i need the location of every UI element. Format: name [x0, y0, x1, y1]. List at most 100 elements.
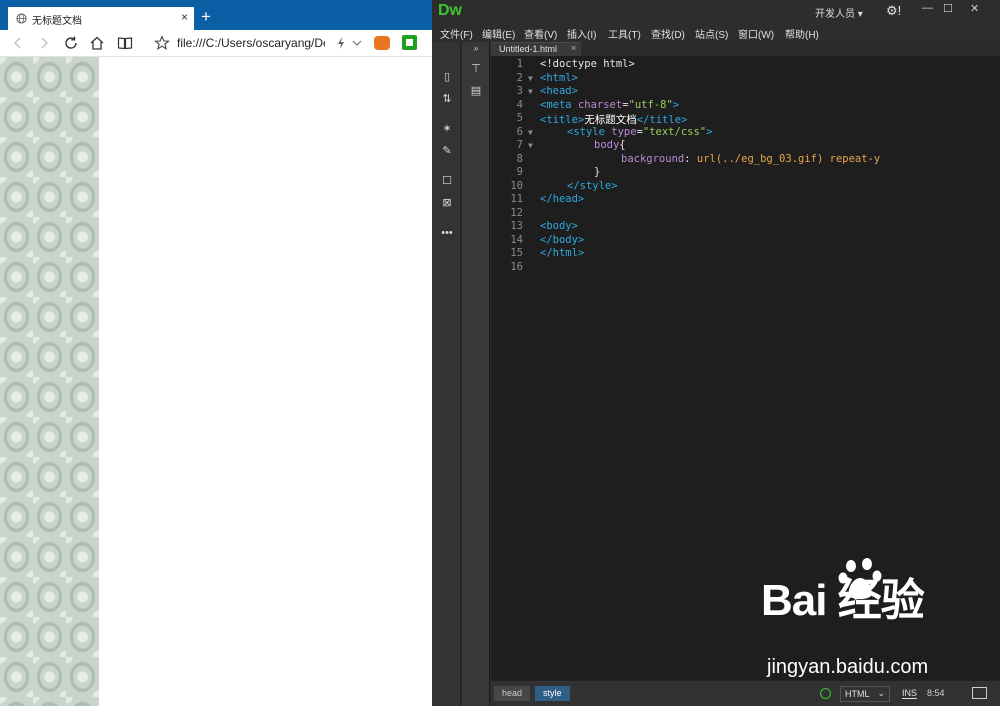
code-text: <html> [540, 72, 578, 84]
close-tab-icon[interactable]: × [181, 10, 188, 24]
code-token: > [706, 125, 713, 138]
code-line[interactable]: 9} [491, 166, 1000, 180]
expand-all-icon[interactable]: ✶ [440, 122, 454, 136]
code-text: </head> [540, 193, 584, 205]
workspace-switcher[interactable]: 开发人员 ▾ [815, 5, 863, 20]
code-line[interactable]: 14 </body> [491, 234, 1000, 248]
code-line[interactable]: 2 ▼ <html> [491, 72, 1000, 86]
menu-site[interactable]: 站点(S) [695, 26, 728, 41]
code-line[interactable]: 8 background: url(../eg_bg_03.gif) repeat… [491, 153, 1000, 167]
browser-toolbar: file:///C:/Users/oscaryang/De [0, 30, 432, 57]
fold-arrow-icon[interactable]: ▼ [528, 87, 533, 96]
code-token: "text/css" [642, 125, 707, 138]
menu-window[interactable]: 窗口(W) [738, 26, 774, 41]
new-tab-button[interactable]: + [201, 8, 211, 25]
code-token: : [684, 152, 697, 165]
menu-insert[interactable]: 插入(I) [567, 26, 596, 41]
menu-file[interactable]: 文件(F) [440, 26, 473, 41]
home-icon[interactable] [88, 34, 106, 52]
apply-comment-icon[interactable]: ☐ [440, 174, 454, 188]
line-number: 4 [516, 98, 523, 111]
watermark-site: jingyan.baidu.com [767, 656, 929, 678]
line-number: 10 [510, 179, 523, 192]
file-management-icon[interactable]: ⇅ [440, 92, 454, 106]
expand-panel-icon[interactable]: » [469, 42, 483, 56]
back-icon[interactable] [9, 34, 27, 52]
game-extension-icon[interactable] [374, 36, 390, 50]
green-extension-icon[interactable] [402, 35, 417, 50]
refresh-icon[interactable] [62, 34, 80, 52]
code-text: <head> [540, 85, 578, 97]
code-line[interactable]: 13 <body> [491, 220, 1000, 234]
code-token: <title> [540, 114, 585, 126]
code-line[interactable]: 11 </head> [491, 193, 1000, 207]
format-source-icon[interactable]: ✎ [440, 144, 454, 158]
minimize-button[interactable]: — [922, 2, 933, 14]
remove-comment-icon[interactable]: ⊠ [440, 196, 454, 210]
dw-panel-strip: » ⊤ ▤ [462, 42, 490, 706]
code-token: } [594, 166, 601, 178]
code-line[interactable]: 12 [491, 207, 1000, 221]
maximize-button[interactable]: ☐ [943, 2, 953, 15]
code-line[interactable]: 4 <meta charset="utf-8"> [491, 99, 1000, 113]
code-line[interactable]: 15 </html> [491, 247, 1000, 261]
code-line[interactable]: 5 <title>无标题文档</title> [491, 112, 1000, 126]
forward-icon[interactable] [35, 34, 53, 52]
close-document-icon[interactable]: × [571, 43, 576, 53]
address-bar[interactable]: file:///C:/Users/oscaryang/De [177, 36, 325, 52]
baidu-watermark: Bai 经验 jingyan.baidu.com [761, 556, 1000, 696]
code-token: <head> [540, 85, 578, 97]
dom-tree-icon[interactable]: ⊤ [469, 62, 483, 76]
code-text: </style> [540, 180, 618, 192]
browser-tab-bar: 无标题文档 × + [0, 0, 432, 30]
code-token: <!doctype html> [540, 58, 635, 70]
fold-arrow-icon[interactable]: ▼ [528, 128, 533, 137]
favorite-star-icon[interactable] [153, 34, 171, 52]
code-token: <style [567, 125, 612, 138]
code-text: body{ [540, 139, 626, 151]
dreamweaver-window: Dw 开发人员 ▾ ⚙! — ☐ ✕ 文件(F) 编辑(E) 查看(V) 插入(… [432, 0, 1000, 706]
code-text: </body> [540, 234, 584, 246]
close-button[interactable]: ✕ [970, 2, 979, 15]
code-token: { [619, 139, 626, 151]
line-number: 15 [510, 247, 523, 259]
code-token: > [672, 98, 680, 111]
line-number: 6 [516, 125, 523, 138]
menu-view[interactable]: 查看(V) [524, 26, 557, 41]
menu-help[interactable]: 帮助(H) [785, 26, 819, 41]
code-line[interactable]: 7 ▼ body{ [491, 139, 1000, 153]
document-tab-label: Untitled-1.html [499, 44, 558, 54]
code-line[interactable]: 10 </style> [491, 180, 1000, 194]
code-text: </html> [540, 247, 584, 259]
code-text: <meta charset="utf-8"> [540, 99, 679, 111]
code-line[interactable]: 16 [491, 261, 1000, 275]
line-number: 1 [516, 58, 523, 70]
code-navigator-icon[interactable]: ▤ [469, 84, 483, 98]
browser-tab-title: 无标题文档 [32, 16, 82, 27]
code-line[interactable]: 6 ▼ <style type="text/css"> [491, 126, 1000, 140]
tag-selector-head[interactable]: head [494, 686, 531, 701]
browser-window: 无标题文档 × + file:///C:/Users/oscaryang/De [0, 0, 432, 706]
browser-tab[interactable]: 无标题文档 × [8, 7, 194, 30]
line-number: 14 [510, 233, 523, 246]
code-token: <body> [540, 220, 578, 232]
menu-edit[interactable]: 编辑(E) [482, 26, 515, 41]
menu-find[interactable]: 查找(D) [651, 26, 685, 41]
reading-view-icon[interactable] [116, 34, 134, 52]
fold-arrow-icon[interactable]: ▼ [528, 141, 533, 150]
code-line[interactable]: 1 <!doctype html> [491, 58, 1000, 72]
dw-title-bar: Dw 开发人员 ▾ ⚙! — ☐ ✕ [432, 0, 1000, 22]
tag-selector-style[interactable]: style [535, 686, 570, 701]
line-number: 3 [516, 85, 523, 97]
gear-icon[interactable]: ⚙! [886, 3, 901, 19]
more-options-icon[interactable]: ••• [440, 226, 454, 240]
fold-arrow-icon[interactable]: ▼ [528, 74, 533, 83]
code-line[interactable]: 3 ▼ <head> [491, 85, 1000, 99]
menu-tools[interactable]: 工具(T) [608, 26, 641, 41]
dw-logo: Dw [438, 2, 462, 19]
document-tab[interactable]: Untitled-1.html × [491, 42, 581, 56]
code-text: <!doctype html> [540, 58, 635, 70]
code-token: </style> [567, 179, 618, 192]
open-document-icon[interactable]: ▯ [440, 70, 454, 84]
chevron-down-icon[interactable] [348, 34, 366, 52]
